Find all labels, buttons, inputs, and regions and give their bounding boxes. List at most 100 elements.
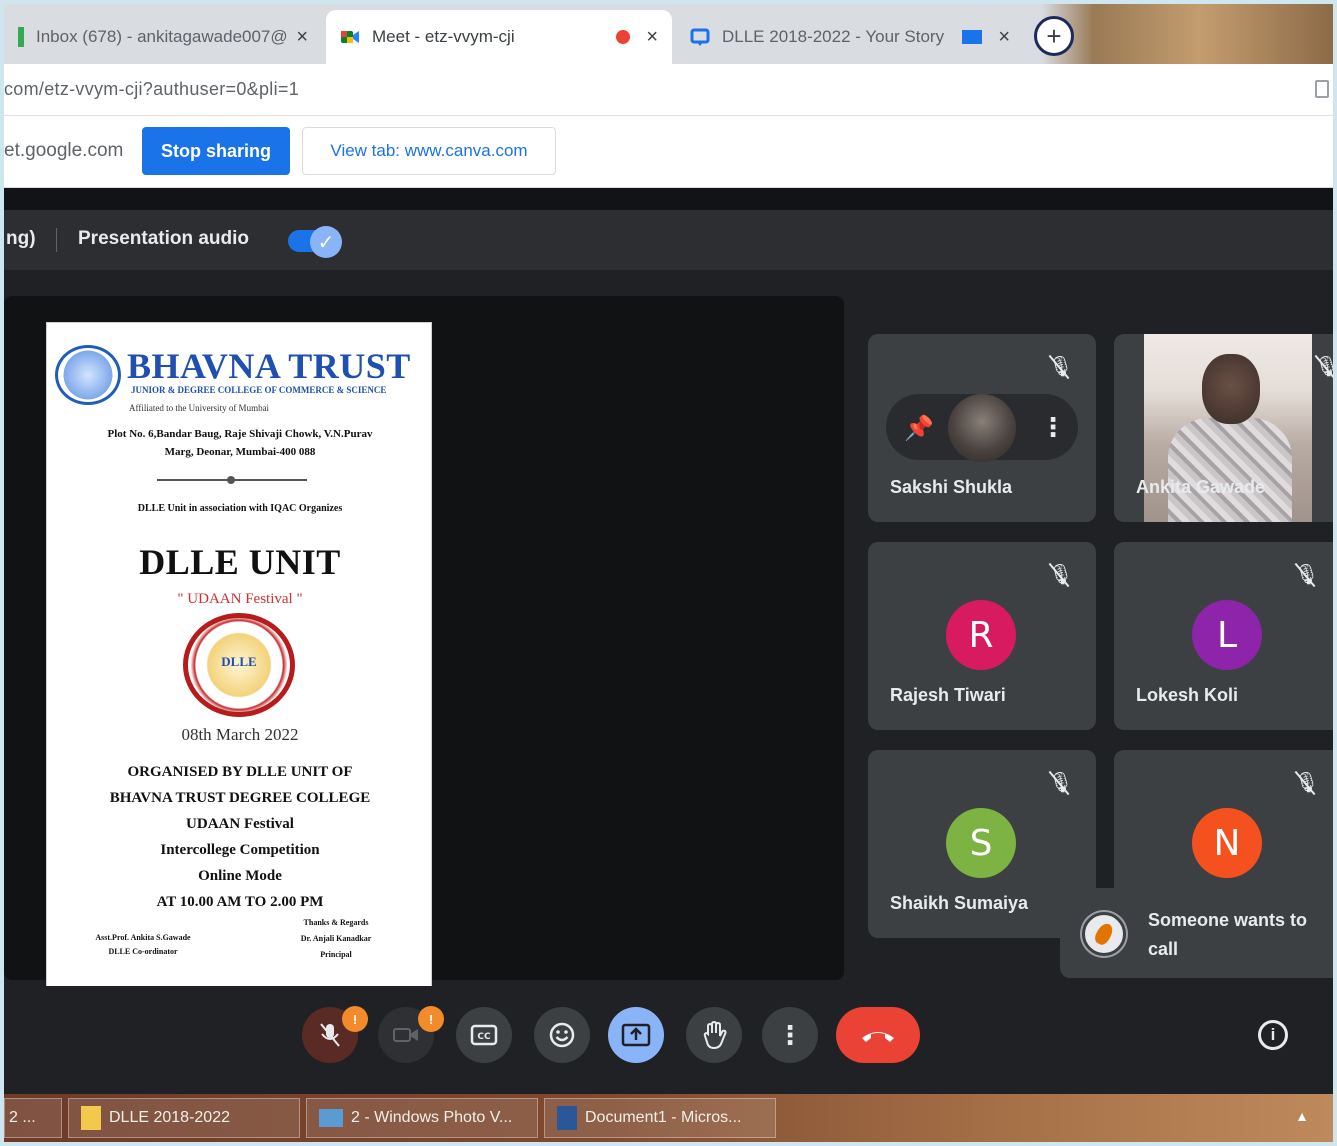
doc-organised-block: ORGANISED BY DLLE UNIT OF BHAVNA TRUST D… [57, 759, 423, 915]
avatar: L [1192, 600, 1262, 670]
participant-name: Lokesh Koli [1136, 685, 1239, 705]
tab-dlle-label: DLLE 2018-2022 - Your Story [722, 27, 945, 46]
participant-tile[interactable]: 🎙 R Rajesh Tiwari [868, 542, 1096, 730]
camera-warning-badge: ! [418, 1006, 444, 1032]
doc-divider [157, 476, 307, 484]
meeting-controls: ! ! CC ⋮ i [4, 986, 1333, 1086]
stop-sharing-button[interactable]: Stop sharing [142, 127, 290, 175]
mic-warning-badge: ! [342, 1006, 368, 1032]
mic-off-icon: 🎙 [1048, 772, 1074, 794]
mic-off-icon [320, 1023, 340, 1047]
captions-button[interactable]: CC [456, 1007, 512, 1063]
video-person-face [1202, 354, 1260, 424]
caller-avatar-icon [1082, 912, 1126, 956]
end-call-icon [862, 1032, 894, 1042]
page-action-icon[interactable] [1315, 80, 1329, 98]
more-options-button[interactable]: ⋮ [762, 1007, 818, 1063]
doc-organised-line: BHAVNA TRUST DEGREE COLLEGE [109, 790, 371, 806]
divider [4, 188, 1333, 210]
mic-off-icon: 🎙 [1048, 356, 1074, 378]
recording-dot-icon [616, 30, 630, 44]
participant-tile[interactable]: 🎙 📌 ⋮ Sakshi Shukla [868, 334, 1096, 522]
address-url[interactable]: com/etz-vvym-cji?authuser=0&pli=1 [4, 79, 299, 100]
tab-dlle-story[interactable]: DLLE 2018-2022 - Your Story × [676, 10, 1024, 64]
new-tab-button[interactable]: + [1034, 16, 1074, 56]
doc-signature-line: Asst.Prof. Ankita S.Gawade [95, 933, 191, 942]
presentation-audio-label: Presentation audio [78, 228, 250, 249]
divider [56, 228, 57, 252]
close-icon[interactable]: × [998, 26, 1010, 49]
avatar: N [1192, 808, 1262, 878]
college-logo-icon [55, 345, 121, 405]
call-request-toast[interactable]: Someone wants to call [1060, 888, 1333, 978]
leave-call-button[interactable] [836, 1007, 920, 1063]
tab-meet-label: Meet - etz-vvym-cji [372, 27, 515, 46]
doc-signature-left: Asst.Prof. Ankita S.Gawade DLLE Co-ordin… [73, 931, 213, 959]
presentation-area: BHAVNA TRUST JUNIOR & DEGREE COLLEGE OF … [4, 296, 844, 1004]
meeting-stage: BHAVNA TRUST JUNIOR & DEGREE COLLEGE OF … [4, 270, 1333, 1004]
tab-gmail-inbox[interactable]: Inbox (678) - ankitagawade007@ × [4, 10, 322, 64]
doc-org-sub: JUNIOR & DEGREE COLLEGE OF COMMERCE & SC… [131, 385, 387, 395]
avatar [948, 394, 1016, 462]
screen-sharing-bar: et.google.com Stop sharing View tab: www… [4, 116, 1333, 188]
mic-off-icon: 🎙 [1314, 354, 1333, 380]
close-icon[interactable]: × [296, 26, 308, 49]
more-vert-icon: ⋮ [777, 1019, 803, 1050]
raise-hand-button[interactable] [686, 1007, 742, 1063]
presenting-label: ng) [6, 228, 36, 249]
windows-taskbar: 2 ... DLLE 2018-2022 2 - Windows Photo V… [4, 1094, 1333, 1142]
participant-tile[interactable]: 🎙 L Lokesh Koli [1114, 542, 1333, 730]
check-icon[interactable]: ✓ [310, 226, 342, 258]
camera-off-icon [393, 1028, 418, 1042]
taskbar-item-word[interactable]: Document1 - Micros... [544, 1098, 776, 1138]
doc-seal-text: DLLE [221, 654, 257, 669]
address-bar[interactable]: com/etz-vvym-cji?authuser=0&pli=1 [4, 64, 1333, 116]
reactions-button[interactable] [534, 1007, 590, 1063]
taskbar-item-group[interactable]: 2 ... [4, 1098, 62, 1138]
meeting-info-icon[interactable]: i [1258, 1020, 1288, 1050]
photo-viewer-icon [319, 1109, 343, 1127]
doc-organised-line: Online Mode [198, 868, 282, 884]
participant-tile[interactable]: 🎙 Ankita Gawade [1114, 334, 1333, 522]
doc-signature-line: Thanks & Regards [303, 918, 369, 927]
video-person-body [1168, 418, 1292, 522]
doc-date: 08th March 2022 [181, 725, 299, 744]
tab-meet[interactable]: Meet - etz-vvym-cji × [326, 10, 672, 64]
taskbar-item-label: 2 - Windows Photo V... [351, 1109, 513, 1126]
gmail-icon [18, 27, 24, 47]
pin-icon[interactable]: 📌 [904, 414, 934, 443]
taskbar-item-photo-viewer[interactable]: 2 - Windows Photo V... [306, 1098, 538, 1138]
more-options-icon[interactable]: ⋮ [1040, 412, 1066, 443]
doc-organised-line: AT 10.00 AM TO 2.00 PM [156, 894, 324, 910]
taskbar-item-folder[interactable]: DLLE 2018-2022 [68, 1098, 300, 1138]
screen-share-icon [962, 30, 982, 44]
taskbar-item-label: DLLE 2018-2022 [109, 1109, 230, 1126]
close-icon[interactable]: × [646, 26, 658, 49]
meet-icon [340, 27, 360, 47]
hand-icon [703, 1020, 727, 1050]
tab-gmail-label: Inbox (678) - ankitagawade007@ [36, 27, 288, 46]
svg-text:CC: CC [477, 1032, 491, 1042]
doc-signature-line: DLLE Co-ordinator [108, 947, 178, 956]
view-tab-button[interactable]: View tab: www.canva.com [302, 127, 556, 175]
mic-off-icon: 🎙 [1294, 772, 1320, 794]
word-document-icon [557, 1106, 577, 1130]
captions-icon: CC [470, 1024, 498, 1046]
doc-association: DLLE Unit in association with IQAC Organ… [137, 503, 343, 514]
doc-signature-line: Principal [320, 950, 352, 959]
present-screen-button[interactable] [608, 1007, 664, 1063]
browser-tab-strip: Inbox (678) - ankitagawade007@ × Meet - … [4, 4, 1333, 64]
taskbar-item-label: Document1 - Micros... [585, 1109, 742, 1126]
doc-address: Plot No. 6,Bandar Baug, Raje Shivaji Cho… [57, 425, 423, 461]
folder-icon [81, 1106, 101, 1130]
toast-message: Someone wants to call [1148, 910, 1308, 959]
emoji-icon [549, 1022, 575, 1048]
dlle-seal-icon: DLLE [183, 613, 295, 717]
tray-expand-icon[interactable]: ▲ [1295, 1108, 1309, 1124]
doc-organised-line: ORGANISED BY DLLE UNIT OF [127, 764, 353, 780]
shared-document: BHAVNA TRUST JUNIOR & DEGREE COLLEGE OF … [46, 322, 432, 1004]
screenshot-frame: Inbox (678) - ankitagawade007@ × Meet - … [4, 4, 1333, 1142]
doc-affiliation: Affiliated to the University of Mumbai [129, 403, 270, 413]
participant-name: Ankita Gawade [1136, 477, 1266, 497]
avatar: S [946, 808, 1016, 878]
